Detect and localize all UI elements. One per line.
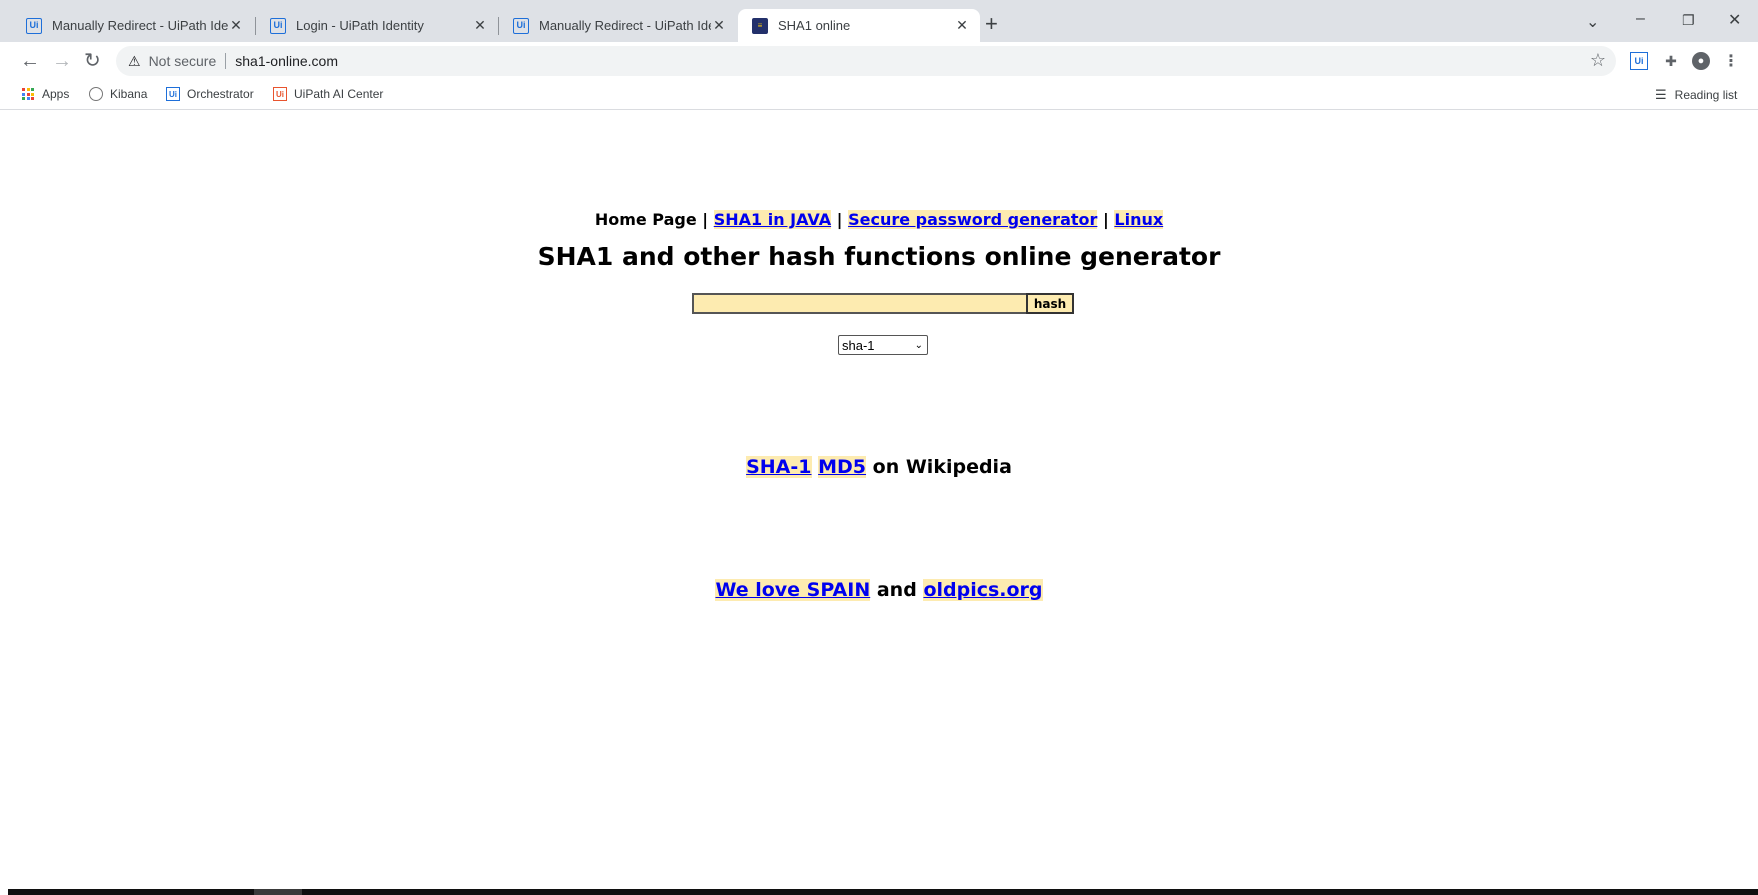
minimize-icon[interactable]: – <box>1636 10 1645 28</box>
reading-list[interactable]: ☰ Reading list <box>1655 87 1737 103</box>
promo-conjunction: and <box>876 579 917 601</box>
nav-separator: | <box>836 210 843 229</box>
new-tab-button[interactable]: + <box>985 12 998 36</box>
wikipedia-suffix: on Wikipedia <box>872 456 1012 478</box>
bookmark-label: Apps <box>42 87 70 101</box>
address-bar[interactable]: ⚠ Not secure sha1-online.com ☆ <box>116 46 1616 76</box>
security-label[interactable]: Not secure <box>149 53 217 69</box>
bookmark-label: Orchestrator <box>187 87 254 101</box>
apps-grid-icon <box>22 88 34 100</box>
back-arrow-icon[interactable]: ← <box>20 49 40 73</box>
site-nav: Home Page | SHA1 in JAVA | Secure passwo… <box>0 210 1758 229</box>
tab-sha1-online[interactable]: ≡ SHA1 online ✕ <box>738 9 980 42</box>
warning-icon: ⚠ <box>128 52 141 69</box>
extensions-puzzle-icon[interactable]: ✚ <box>1662 52 1680 70</box>
tab-title: Login - UiPath Identity <box>296 18 424 33</box>
close-icon[interactable]: ✕ <box>472 17 488 34</box>
chevron-down-icon: ⌄ <box>914 339 923 351</box>
tab-strip: Ui Manually Redirect - UiPath Identi ✕ U… <box>0 0 1758 42</box>
bookmark-label: UiPath AI Center <box>294 87 384 101</box>
secure-password-generator-link[interactable]: Secure password generator <box>848 210 1098 229</box>
url-text[interactable]: sha1-online.com <box>235 53 338 69</box>
sha1-in-java-link[interactable]: SHA1 in JAVA <box>713 210 832 229</box>
bookmark-star-icon[interactable]: ☆ <box>1590 50 1606 71</box>
tab-title: Manually Redirect - UiPath Identi <box>539 18 711 33</box>
uipath-icon: Ui <box>513 17 529 34</box>
uipath-ai-icon: Ui <box>273 87 287 101</box>
omnibox-divider <box>225 53 227 69</box>
tab-title: SHA1 online <box>778 18 851 33</box>
reload-icon[interactable]: ↻ <box>84 49 101 73</box>
bookmarks-bar: Apps Kibana Ui Orchestrator Ui UiPath AI… <box>0 80 1758 110</box>
tab-search-icon[interactable]: ⌄ <box>1586 12 1599 32</box>
wikipedia-line: SHA-1 MD5 on Wikipedia <box>0 456 1758 478</box>
hash-form: hash <box>692 293 1074 314</box>
taskbar-active-app[interactable] <box>254 889 302 895</box>
bookmark-uipath-ai-center[interactable]: Ui UiPath AI Center <box>273 87 383 101</box>
forward-arrow-icon[interactable]: → <box>52 49 72 73</box>
algorithm-select[interactable]: sha-1 ⌄ <box>838 335 928 355</box>
uipath-icon: Ui <box>270 17 286 34</box>
os-taskbar <box>8 889 1758 895</box>
tab-manually-redirect-2[interactable]: Ui Manually Redirect - UiPath Identi ✕ <box>499 9 737 42</box>
uipath-extension-icon[interactable]: Ui <box>1630 52 1648 70</box>
nav-separator: | <box>1102 210 1109 229</box>
bookmark-orchestrator[interactable]: Ui Orchestrator <box>166 87 254 101</box>
oldpics-link[interactable]: oldpics.org <box>923 579 1043 601</box>
algorithm-selected: sha-1 <box>842 337 875 353</box>
uipath-icon: Ui <box>26 17 42 34</box>
page-title: SHA1 and other hash functions online gen… <box>537 242 1221 271</box>
restore-icon[interactable]: ❐ <box>1682 12 1695 29</box>
we-love-spain-link[interactable]: We love SPAIN <box>715 579 871 601</box>
menu-kebab-icon[interactable]: ⋮ <box>1722 52 1740 70</box>
hash-button[interactable]: hash <box>1026 293 1074 314</box>
browser-toolbar: ← → ↻ ⚠ Not secure sha1-online.com ☆ Ui … <box>0 42 1758 80</box>
close-icon[interactable]: ✕ <box>711 17 727 34</box>
close-window-icon[interactable]: ✕ <box>1728 10 1741 30</box>
profile-avatar-icon[interactable]: ● <box>1692 52 1710 70</box>
home-page-label: Home Page <box>594 210 697 229</box>
uipath-icon: Ui <box>166 87 180 101</box>
hash-input[interactable] <box>692 293 1026 314</box>
close-icon[interactable]: ✕ <box>228 17 244 34</box>
tab-title: Manually Redirect - UiPath Identi <box>52 18 228 33</box>
kibana-icon <box>89 87 103 101</box>
promo-line: We love SPAIN and oldpics.org <box>0 579 1758 601</box>
nav-separator: | <box>702 210 709 229</box>
close-icon[interactable]: ✕ <box>954 17 970 34</box>
reading-list-label: Reading list <box>1674 88 1738 102</box>
bookmark-apps[interactable]: Apps <box>22 87 69 101</box>
tab-login[interactable]: Ui Login - UiPath Identity ✕ <box>256 9 498 42</box>
md5-wikipedia-link[interactable]: MD5 <box>818 456 867 478</box>
bookmark-kibana[interactable]: Kibana <box>89 87 147 101</box>
bookmark-label: Kibana <box>110 87 148 101</box>
tab-manually-redirect-1[interactable]: Ui Manually Redirect - UiPath Identi ✕ <box>12 9 254 42</box>
sha-1-wikipedia-link[interactable]: SHA-1 <box>746 456 812 478</box>
sha1-online-icon: ≡ <box>752 17 768 34</box>
reading-list-icon: ☰ <box>1655 87 1667 102</box>
linux-link[interactable]: Linux <box>1114 210 1164 229</box>
web-page: Home Page | SHA1 in JAVA | Secure passwo… <box>0 111 1758 889</box>
